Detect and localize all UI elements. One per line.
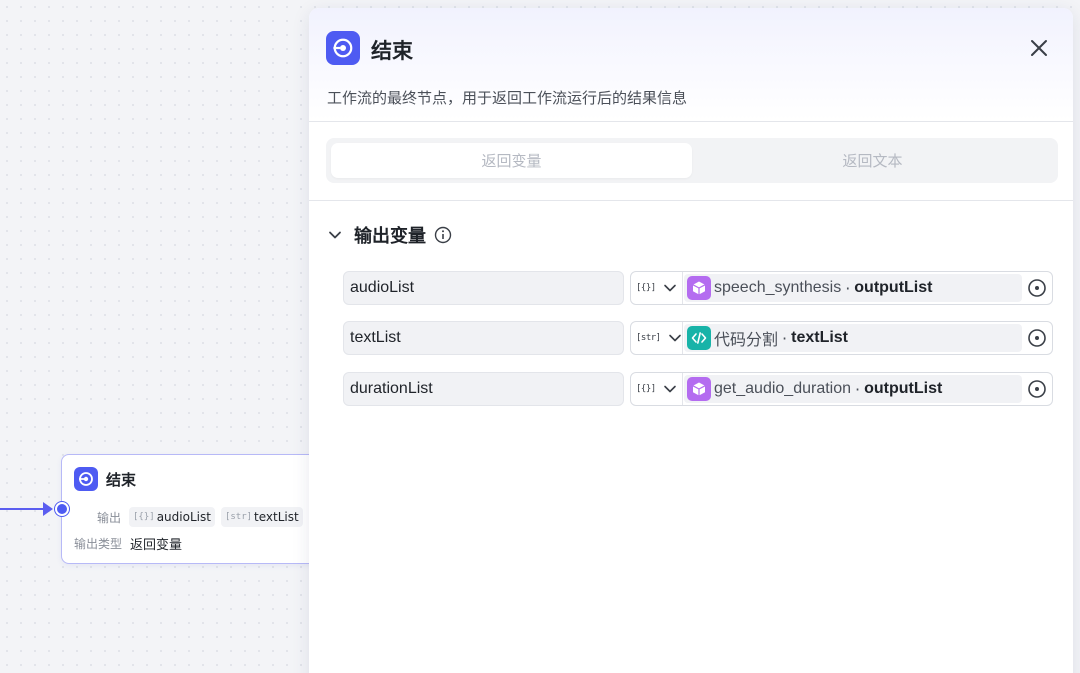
separator-dot: · bbox=[845, 278, 851, 298]
target-icon bbox=[1028, 279, 1046, 297]
source-variable-name: outputList bbox=[864, 380, 943, 397]
type-selector[interactable]: [{}] bbox=[631, 272, 683, 304]
end-node-output-type-label: 输出类型 bbox=[74, 537, 123, 551]
variable-picker-button[interactable] bbox=[1026, 327, 1048, 349]
output-name: audioList bbox=[156, 510, 211, 524]
separator-dot: · bbox=[855, 379, 861, 399]
type-badge: [str] bbox=[224, 512, 253, 522]
panel-description: 工作流的最终节点，用于返回工作流运行后的结果信息 bbox=[327, 89, 688, 107]
source-node-name: speech_synthesis bbox=[714, 279, 842, 296]
end-node-output-type-value: 返回变量 bbox=[130, 538, 183, 553]
variable-name-input[interactable]: audioList bbox=[343, 271, 624, 305]
output-variable-row: textList [str] 代码分割 · textList bbox=[343, 321, 1053, 355]
target-icon bbox=[1028, 380, 1046, 398]
end-node-output-type: 输出类型 返回变量 bbox=[74, 534, 182, 553]
variable-reference: [{}] speech_synthesis · outputList bbox=[630, 271, 1053, 305]
source-variable-name: textList bbox=[791, 329, 849, 346]
end-node-output-label: 输出 bbox=[97, 510, 122, 525]
panel-header: 结束 工作流的最终节点，用于返回工作流运行后的结果信息 bbox=[309, 8, 1073, 122]
input-port[interactable] bbox=[55, 502, 69, 516]
type-badge: [str] bbox=[636, 333, 661, 343]
variable-name-input[interactable]: textList bbox=[343, 321, 624, 355]
close-button[interactable] bbox=[1025, 34, 1053, 62]
end-node-outputs: 输出 [{}]audioList [str]textList [{}]d bbox=[97, 507, 330, 527]
end-node-header: 结束 bbox=[74, 467, 136, 491]
type-selector[interactable]: [str] bbox=[631, 322, 683, 354]
end-node-card[interactable]: 结束 输出 [{}]audioList [str]textList [{}]d … bbox=[61, 454, 331, 564]
output-variable-row: audioList [{}] speech_synthesis · output… bbox=[343, 271, 1053, 305]
type-badge: [{}] bbox=[636, 384, 656, 394]
cube-icon bbox=[687, 276, 711, 300]
variable-name-input[interactable]: durationList bbox=[343, 372, 624, 406]
divider bbox=[309, 200, 1073, 201]
reference-value[interactable]: 代码分割 · textList bbox=[684, 324, 1022, 352]
source-variable-name: outputList bbox=[854, 279, 933, 296]
output-mode-tabs: 返回变量 返回文本 bbox=[326, 138, 1058, 183]
variable-picker-button[interactable] bbox=[1026, 378, 1048, 400]
reference-value[interactable]: get_audio_duration · outputList bbox=[684, 375, 1022, 403]
source-node-name: get_audio_duration bbox=[714, 380, 852, 397]
variable-picker-button[interactable] bbox=[1026, 277, 1048, 299]
connection-arrow bbox=[43, 502, 53, 516]
end-node-icon bbox=[74, 467, 98, 491]
close-icon bbox=[1031, 40, 1047, 56]
variable-reference: [str] 代码分割 · textList bbox=[630, 321, 1053, 355]
reference-value[interactable]: speech_synthesis · outputList bbox=[684, 274, 1022, 302]
chevron-down-icon bbox=[668, 331, 682, 345]
node-config-panel: 结束 工作流的最终节点，用于返回工作流运行后的结果信息 返回变量 返回文本 输出… bbox=[309, 8, 1073, 673]
source-node-name: 代码分割 bbox=[714, 332, 779, 349]
tab-return-variables[interactable]: 返回变量 bbox=[331, 143, 692, 178]
cube-icon bbox=[687, 377, 711, 401]
type-selector[interactable]: [{}] bbox=[631, 373, 683, 405]
chevron-down-icon bbox=[663, 382, 677, 396]
tab-return-text[interactable]: 返回文本 bbox=[692, 143, 1053, 178]
output-name: textList bbox=[254, 510, 299, 524]
output-variables-section-toggle[interactable]: 输出变量 bbox=[328, 222, 452, 248]
end-node-output-chip: [{}] audioList bbox=[129, 507, 215, 527]
section-title: 输出变量 bbox=[354, 226, 426, 247]
target-icon bbox=[1028, 329, 1046, 347]
end-node-title: 结束 bbox=[106, 470, 137, 489]
output-variable-row: durationList [{}] get_audio_duration · o… bbox=[343, 372, 1053, 406]
info-icon[interactable] bbox=[434, 226, 452, 244]
end-node-output-chip: [str] textList bbox=[220, 507, 303, 527]
chevron-down-icon bbox=[329, 231, 341, 239]
variable-reference: [{}] get_audio_duration · outputList bbox=[630, 372, 1053, 406]
type-badge: [{}] bbox=[133, 512, 155, 522]
type-badge: [{}] bbox=[636, 283, 656, 293]
panel-title: 结束 bbox=[371, 39, 413, 63]
end-node-icon bbox=[326, 31, 360, 65]
code-icon bbox=[687, 326, 711, 350]
chevron-down-icon bbox=[663, 281, 677, 295]
separator-dot: · bbox=[782, 328, 788, 348]
